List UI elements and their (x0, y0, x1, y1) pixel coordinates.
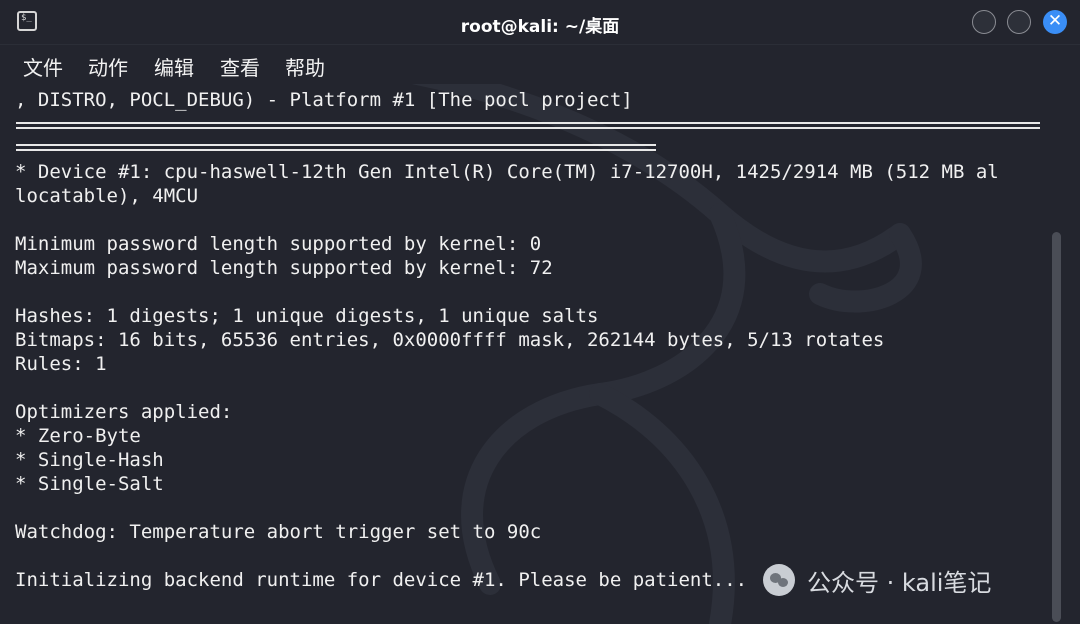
scrollbar[interactable] (1052, 232, 1061, 622)
minimize-button[interactable] (972, 10, 996, 34)
output-line-max-password: Maximum password length supported by ker… (15, 257, 553, 279)
output-line-device: * Device #1: cpu-haswell-12th Gen Intel(… (15, 161, 999, 183)
close-button[interactable]: ✕ (1043, 10, 1067, 34)
menu-edit[interactable]: 编辑 (154, 52, 194, 81)
output-line-rules: Rules: 1 (15, 353, 107, 375)
output-line-hashes: Hashes: 1 digests; 1 unique digests, 1 u… (15, 305, 599, 327)
output-line-initializing: Initializing backend runtime for device … (15, 569, 748, 591)
output-line-bitmaps: Bitmaps: 16 bits, 65536 entries, 0x0000f… (15, 329, 885, 351)
separator-rule (16, 122, 1040, 129)
watermark: 公众号 · kali笔记 (763, 562, 991, 598)
window-title: root@kali: ~/桌面 (460, 17, 620, 37)
output-line-optimizer: * Single-Salt (15, 473, 164, 495)
output-line-optimizer: * Zero-Byte (15, 425, 141, 447)
output-line-device-cont: locatable), 4MCU (15, 185, 199, 207)
menu-action[interactable]: 动作 (88, 52, 128, 81)
title-bar[interactable]: $_ root@kali: ~/桌面 ✕ (0, 0, 1080, 45)
menu-bar: 文件 动作 编辑 查看 帮助 (0, 45, 1080, 83)
output-line-optimizers: Optimizers applied: (15, 401, 233, 423)
output-line-platform: , DISTRO, POCL_DEBUG) - Platform #1 [The… (15, 89, 633, 111)
output-line-min-password: Minimum password length supported by ker… (15, 233, 542, 255)
menu-file[interactable]: 文件 (23, 52, 63, 81)
output-line-watchdog: Watchdog: Temperature abort trigger set … (15, 521, 542, 543)
menu-view[interactable]: 查看 (220, 52, 260, 81)
output-line-optimizer: * Single-Hash (15, 449, 164, 471)
close-icon: ✕ (1047, 11, 1063, 31)
menu-help[interactable]: 帮助 (285, 52, 325, 81)
maximize-button[interactable] (1007, 10, 1031, 34)
wechat-logo-icon (763, 564, 795, 596)
watermark-text: 公众号 · kali笔记 (807, 568, 992, 597)
terminal-window: $_ root@kali: ~/桌面 ✕ 文件 动作 编辑 查看 帮助 , DI… (0, 0, 1080, 624)
separator-rule (16, 144, 656, 151)
terminal-output[interactable]: , DISTRO, POCL_DEBUG) - Platform #1 [The… (0, 84, 1080, 624)
